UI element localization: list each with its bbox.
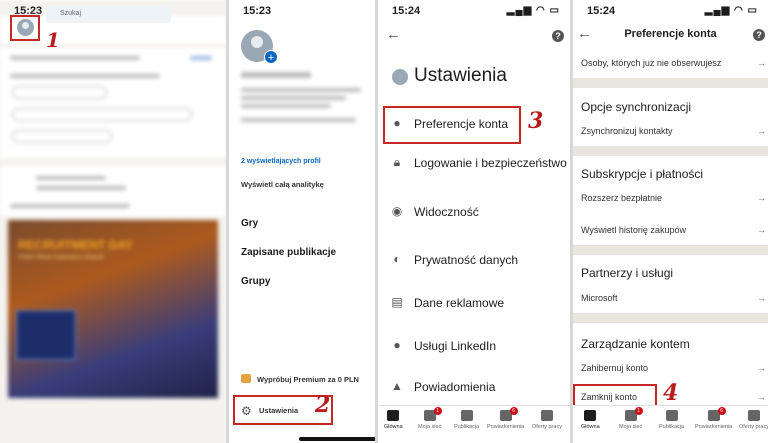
list-item-sync-contacts[interactable]: Zsynchronizuj kontakty → bbox=[581, 126, 766, 136]
settings-item-linkedin-services[interactable]: ● Usługi LinkedIn bbox=[378, 326, 570, 366]
help-icon[interactable]: ? bbox=[753, 29, 765, 41]
tab-home[interactable]: Główna bbox=[581, 410, 600, 430]
tab-jobs[interactable]: Oferty pracy bbox=[739, 410, 768, 430]
premium-link[interactable]: Wypróbuj Premium za 0 PLN bbox=[257, 375, 359, 384]
network-icon: 1 bbox=[423, 407, 442, 421]
tab-my-network[interactable]: 1 Moja sieć bbox=[418, 407, 442, 430]
chevron-right-icon: → bbox=[757, 363, 766, 373]
settings-item-sign-in-security[interactable]: 🔒︎ Logowanie i bezpieczeństwo bbox=[378, 143, 570, 183]
chevron-right-icon: → bbox=[757, 293, 766, 303]
divider bbox=[573, 245, 768, 255]
section-title: Subskrypcje i płatności bbox=[581, 167, 704, 181]
tab-notifications[interactable]: 6 Powiadomienia bbox=[487, 407, 524, 430]
settings-item-data-privacy[interactable]: ◐ Prywatność danych bbox=[378, 240, 570, 280]
person-icon: ● bbox=[393, 338, 401, 352]
settings-item-advertising-data[interactable]: ▤ Dane reklamowe bbox=[378, 283, 570, 323]
ad-icon: ▤ bbox=[391, 295, 403, 309]
page-title: Ustawienia bbox=[414, 65, 507, 86]
bottom-nav: Główna 1 Moja sieć Publikacja 6 Powiadomie… bbox=[378, 405, 570, 443]
annotation-step-2: 2 bbox=[315, 392, 331, 418]
briefcase-icon bbox=[540, 410, 553, 421]
status-bar: 15:24 ▂▄▆ ◠ ▭ bbox=[573, 0, 768, 22]
annotation-step-3: 3 bbox=[528, 108, 544, 134]
annotation-step-1: 1 bbox=[46, 28, 60, 52]
screen-feed: 15:23 RECRUITMENT DAY Hotel Wow Katowice… bbox=[0, 0, 226, 443]
list-item-unfollowed[interactable]: Osoby, których już nie obserwujesz → bbox=[581, 58, 766, 68]
screen-settings: 15:24 ▂▄▆ ◠ ▭ ← ? Ustawienia ● Preferenc… bbox=[378, 0, 570, 443]
signal-wifi-battery-icon: ▂▄▆ ◠ ▭ bbox=[704, 5, 758, 16]
divider bbox=[573, 78, 768, 88]
annotation-step-4: 4 bbox=[663, 380, 679, 406]
eye-icon: ◉ bbox=[391, 204, 403, 218]
profile-avatar-button[interactable] bbox=[10, 15, 40, 41]
network-icon: 1 bbox=[624, 407, 643, 421]
status-time: 15:24 bbox=[587, 5, 616, 17]
tab-home[interactable]: Główna bbox=[384, 410, 403, 430]
settings-item-label: Powiadomienia bbox=[414, 380, 496, 394]
list-item-upgrade-free[interactable]: Rozszerz bezpłatnie → bbox=[581, 193, 766, 203]
bell-icon: ▲ bbox=[391, 379, 403, 393]
menu-item-games[interactable]: Gry bbox=[241, 218, 258, 229]
highlight-account-preferences bbox=[383, 106, 521, 144]
bell-icon: 6 bbox=[707, 407, 726, 421]
home-icon bbox=[584, 410, 597, 421]
settings-item-label: Dane reklamowe bbox=[414, 296, 505, 310]
section-title: Zarządzanie kontem bbox=[581, 337, 690, 351]
tab-post[interactable]: Publikacja bbox=[454, 410, 479, 430]
settings-label: Ustawienia bbox=[259, 406, 299, 415]
status-time: 15:23 bbox=[243, 5, 272, 17]
premium-icon bbox=[241, 374, 251, 383]
profile-viewers[interactable]: 2 wyświetlających profil bbox=[241, 158, 321, 165]
status-time: 15:24 bbox=[392, 5, 421, 17]
screen-profile-drawer: 15:23 + 2 wyświetlających profil Wyświet… bbox=[229, 0, 375, 443]
list-item-purchase-history[interactable]: Wyświetl historię zakupów → bbox=[581, 225, 766, 235]
divider bbox=[573, 313, 768, 323]
settings-item-visibility[interactable]: ◉ Widoczność bbox=[378, 192, 570, 232]
page-title: Preferencje konta bbox=[624, 28, 717, 40]
back-arrow-icon[interactable]: ← bbox=[386, 26, 401, 43]
help-icon[interactable]: ? bbox=[552, 30, 564, 42]
avatar bbox=[17, 19, 34, 36]
menu-item-groups[interactable]: Grupy bbox=[241, 276, 270, 287]
avatar bbox=[392, 69, 408, 85]
chevron-right-icon: → bbox=[757, 58, 766, 68]
chevron-right-icon: → bbox=[757, 392, 766, 402]
chevron-right-icon: → bbox=[757, 193, 766, 203]
bell-icon: 6 bbox=[499, 407, 518, 421]
lock-icon: 🔒︎ bbox=[393, 155, 401, 169]
signal-wifi-battery-icon: ▂▄▆ ◠ ▭ bbox=[506, 5, 560, 16]
tab-jobs[interactable]: Oferty pracy bbox=[532, 410, 562, 430]
home-indicator bbox=[299, 437, 375, 441]
status-bar: 15:24 ▂▄▆ ◠ ▭ bbox=[378, 0, 570, 22]
add-photo-icon[interactable]: + bbox=[264, 50, 278, 64]
home-icon bbox=[387, 410, 400, 421]
settings-item-notifications[interactable]: ▲ Powiadomienia bbox=[378, 367, 570, 407]
bottom-nav: Główna 1 Moja sieć Publikacja 6 Powiadomie… bbox=[573, 405, 768, 443]
plus-icon bbox=[665, 410, 678, 421]
list-item-hibernate-account[interactable]: Zahibernuj konto → bbox=[581, 363, 766, 373]
status-bar: 15:23 bbox=[229, 0, 375, 22]
search-input[interactable]: Szukaj bbox=[46, 6, 171, 23]
section-title: Partnerzy i usługi bbox=[581, 266, 674, 280]
chevron-right-icon: → bbox=[757, 126, 766, 136]
menu-item-saved-posts[interactable]: Zapisane publikacje bbox=[241, 247, 336, 258]
plus-icon bbox=[460, 410, 473, 421]
settings-item-label: Usługi LinkedIn bbox=[414, 339, 497, 353]
tab-notifications[interactable]: 6 Powiadomienia bbox=[695, 407, 732, 430]
settings-item-label: Prywatność danych bbox=[414, 253, 519, 267]
list-item-microsoft[interactable]: Microsoft → bbox=[581, 293, 766, 303]
tab-post[interactable]: Publikacja bbox=[659, 410, 684, 430]
gear-icon: ⚙ bbox=[241, 404, 252, 418]
settings-item-label: Widoczność bbox=[414, 205, 479, 219]
tab-my-network[interactable]: 1 Moja sieć bbox=[619, 407, 643, 430]
view-analytics-link[interactable]: Wyświetl całą analitykę bbox=[241, 180, 324, 189]
section-title: Opcje synchronizacji bbox=[581, 100, 692, 114]
shield-icon: ◐ bbox=[393, 252, 401, 266]
screen-account-preferences: 15:24 ▂▄▆ ◠ ▭ ← Preferencje konta ? Osob… bbox=[573, 0, 768, 443]
briefcase-icon bbox=[747, 410, 760, 421]
chevron-right-icon: → bbox=[757, 225, 766, 235]
divider bbox=[573, 146, 768, 156]
settings-item-label: Logowanie i bezpieczeństwo bbox=[414, 156, 567, 170]
